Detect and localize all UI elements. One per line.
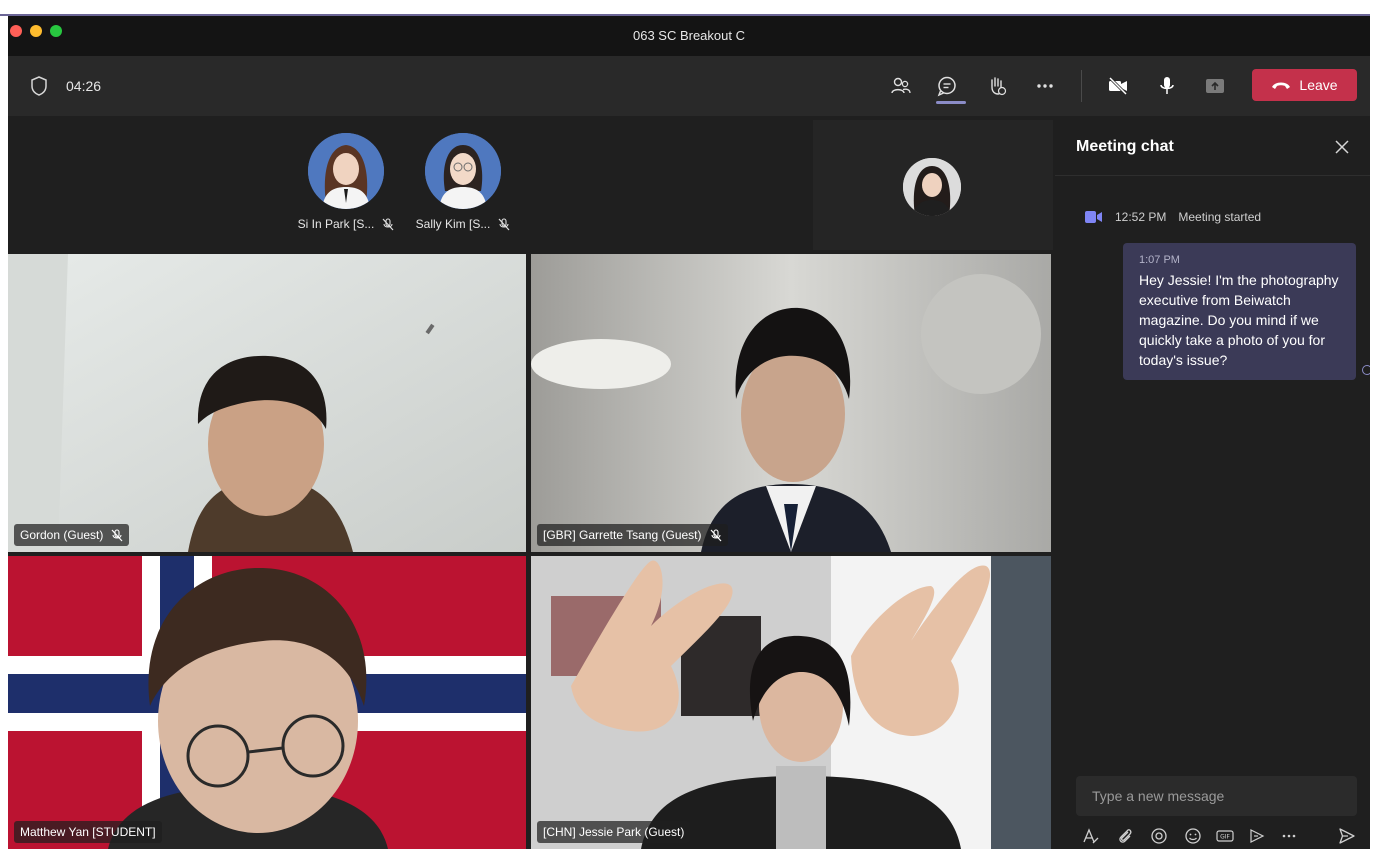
- send-icon: [1339, 828, 1355, 844]
- participant-name: [CHN] Jessie Park (Guest): [543, 825, 685, 839]
- mic-muted-icon: [382, 217, 394, 230]
- video-tile[interactable]: Gordon (Guest): [8, 254, 526, 552]
- loop-icon: [1151, 828, 1167, 844]
- close-icon[interactable]: [1333, 138, 1351, 156]
- message-time: 1:07 PM: [1139, 254, 1180, 266]
- mic-muted-icon: [111, 528, 123, 541]
- participant-name: Matthew Yan [STUDENT]: [20, 825, 156, 839]
- more-options-button[interactable]: [1279, 826, 1299, 846]
- emoji-button[interactable]: [1183, 826, 1203, 846]
- chat-active-indicator: [936, 101, 966, 104]
- participant-name: Si In Park [S...: [297, 217, 375, 231]
- read-receipt-icon: [1362, 365, 1370, 375]
- gif-button[interactable]: GIF: [1215, 826, 1235, 846]
- meeting-toolbar: 04:26 Leave: [8, 56, 1370, 116]
- send-button[interactable]: [1337, 826, 1357, 846]
- video-camera-icon: [1085, 211, 1102, 223]
- chat-header: Meeting chat: [1055, 116, 1370, 176]
- leave-label: Leave: [1299, 77, 1338, 93]
- chat-button[interactable]: [933, 72, 961, 100]
- audio-participants-row: Si In Park [S... Sally Kim [S...: [8, 116, 808, 254]
- gif-icon: GIF: [1216, 830, 1234, 842]
- avatar-portrait: [308, 133, 384, 209]
- desktop-strip: [0, 0, 1383, 16]
- video-feed: [531, 556, 1051, 849]
- avatar: [425, 133, 501, 209]
- video-tile[interactable]: Matthew Yan [STUDENT]: [8, 556, 526, 849]
- participant-name: [GBR] Garrette Tsang (Guest): [543, 528, 702, 542]
- sticker-button[interactable]: [1247, 826, 1267, 846]
- avatar: [308, 133, 384, 209]
- chat-title: Meeting chat: [1076, 138, 1174, 155]
- title-bar: 063 SC Breakout C: [8, 16, 1370, 56]
- message-input[interactable]: [1076, 776, 1357, 816]
- composer-toolbar: GIF: [1081, 824, 1361, 848]
- avatar-portrait: [903, 158, 961, 216]
- more-options-icon: [1282, 834, 1296, 838]
- participant-card[interactable]: Sally Kim [S...: [403, 133, 523, 231]
- raise-hand-icon: [991, 77, 1007, 96]
- participants-button[interactable]: [887, 72, 915, 100]
- shield-icon: [31, 76, 47, 96]
- window-title: 063 SC Breakout C: [632, 28, 745, 43]
- participant-name-badge: Gordon (Guest): [14, 524, 130, 546]
- participant-name-badge: [GBR] Garrette Tsang (Guest): [537, 524, 728, 546]
- participant-name: Sally Kim [S...: [415, 217, 491, 231]
- video-tile[interactable]: [CHN] Jessie Park (Guest): [531, 556, 1051, 849]
- svg-text:GIF: GIF: [1220, 834, 1230, 841]
- participant-label: Sally Kim [S...: [403, 217, 523, 231]
- microphone-icon: [1160, 77, 1174, 94]
- format-button[interactable]: [1081, 826, 1101, 846]
- phone-hangup-icon: [1272, 82, 1291, 89]
- chat-message[interactable]: 1:07 PM Hey Jessie! I'm the photography …: [1123, 243, 1356, 380]
- attach-icon: [1119, 829, 1132, 843]
- avatar-portrait: [425, 133, 501, 209]
- participants-icon: [891, 77, 911, 94]
- avatar: [903, 158, 961, 216]
- share-content-button[interactable]: [1201, 72, 1229, 100]
- participant-name: Gordon (Guest): [20, 528, 104, 542]
- share-tray-icon: [1206, 79, 1224, 93]
- system-message-text: Meeting started: [1178, 210, 1262, 224]
- message-composer[interactable]: [1076, 776, 1357, 816]
- camera-toggle-button[interactable]: [1104, 72, 1132, 100]
- loop-button[interactable]: [1149, 826, 1169, 846]
- more-icon: [1037, 84, 1053, 88]
- sticker-icon: [1250, 829, 1265, 843]
- mic-muted-icon: [498, 217, 510, 230]
- meeting-timer: 04:26: [66, 78, 102, 94]
- microphone-toggle-button[interactable]: [1153, 72, 1181, 100]
- more-actions-button[interactable]: [1031, 72, 1059, 100]
- video-tile[interactable]: [GBR] Garrette Tsang (Guest): [531, 254, 1051, 552]
- message-text: Hey Jessie! I'm the photography executiv…: [1139, 272, 1339, 368]
- meeting-chat-panel: Meeting chat 12:52 PM Meeting started 1:…: [1055, 116, 1370, 849]
- format-icon: [1083, 828, 1099, 844]
- attach-button[interactable]: [1115, 826, 1135, 846]
- system-message: 12:52 PM Meeting started: [1085, 210, 1261, 224]
- participant-name-badge: [CHN] Jessie Park (Guest): [537, 821, 691, 843]
- mic-muted-icon: [710, 528, 721, 541]
- chat-icon: [937, 76, 956, 97]
- video-feed: [8, 556, 526, 849]
- participant-name-badge: Matthew Yan [STUDENT]: [14, 821, 162, 843]
- system-message-time: 12:52 PM: [1115, 210, 1167, 224]
- self-view-tile[interactable]: [813, 120, 1053, 250]
- raise-hand-button[interactable]: [983, 72, 1011, 100]
- participant-label: Si In Park [S...: [286, 217, 406, 231]
- emoji-icon: [1185, 828, 1201, 844]
- leave-button[interactable]: Leave: [1252, 69, 1357, 101]
- camera-off-icon: [1108, 76, 1128, 96]
- toolbar-divider: [1081, 70, 1082, 102]
- video-feed: [8, 254, 526, 552]
- video-feed: [531, 254, 1051, 552]
- teams-meeting-window: 063 SC Breakout C 04:26 Leave Si In Park…: [8, 16, 1370, 849]
- participant-card[interactable]: Si In Park [S...: [286, 133, 406, 231]
- video-stage: Si In Park [S... Sally Kim [S... Gordon …: [8, 116, 1053, 849]
